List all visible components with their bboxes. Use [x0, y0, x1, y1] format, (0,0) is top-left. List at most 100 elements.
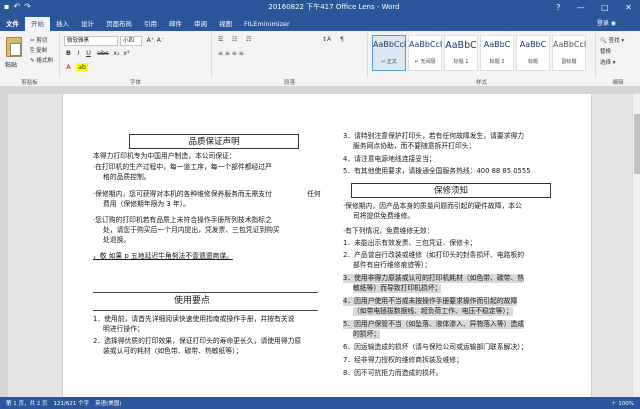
selected-line: 5．因用户保管不当（如坠落、液体渗入、异物落入等）造成 [343, 320, 525, 330]
clipboard-group-label: 剪贴板 [21, 80, 38, 86]
document-area: 品质保证声明 本得力打印机专为中国用户制造，本公司保证： ·在打印机的生产过程中… [0, 87, 640, 397]
scrollbar-thumb[interactable] [634, 114, 640, 174]
underline-button[interactable]: U [84, 49, 93, 57]
find-button[interactable]: 🔍 查找 ▾ [600, 36, 624, 44]
signin-link[interactable]: 登录 ◉ [597, 17, 640, 31]
show-marks-button[interactable]: ¶ [340, 36, 344, 43]
tab-page-layout[interactable]: 页面布局 [100, 17, 138, 31]
paragraph-group: ☰ ☷ ☶ ↕A ¶ ≡ ≡ ≡ ≡ 段落 [212, 33, 368, 86]
italic-button[interactable]: I [74, 49, 83, 57]
tab-references[interactable]: 引用 [138, 17, 163, 31]
tab-home[interactable]: 开始 [25, 17, 50, 31]
tab-review[interactable]: 审阅 [188, 17, 213, 31]
alignment-buttons[interactable]: ≡ ≡ ≡ ≡ [218, 50, 244, 57]
sort-button[interactable]: ↕A [322, 36, 331, 43]
font-group-label: 字体 [129, 80, 141, 86]
selected-line: 敏纸等）而导致打印机损坏； [353, 284, 442, 294]
title-bar: ▪ ↶ ↷ 20160822 下午417 Office Lens - Word … [0, 0, 640, 14]
page-count[interactable]: 第 1 页，共 2 页 [6, 399, 48, 407]
body-line: ·保修期内，您可获得对本机的各种维修保养服务而无需支付 [93, 190, 272, 198]
style-no-spacing[interactable]: AaBbCcI ↵ 无间隔 [408, 35, 442, 71]
style-sample: AaBbCcI [373, 40, 407, 49]
warranty-statement-title: 品质保证声明 [129, 134, 299, 149]
bold-button[interactable]: B [64, 49, 73, 57]
warranty-line: 7．经非得力授权的维修商拆装及维修； [343, 356, 463, 364]
warranty-line: 司将提供免费维修。 [353, 212, 415, 220]
undo-icon[interactable]: ↶ [13, 0, 20, 14]
maximize-button[interactable]: □ [601, 3, 609, 12]
editing-group-label: 编辑 [612, 80, 624, 86]
paste-icon[interactable] [6, 37, 22, 57]
superscript-button[interactable]: x² [122, 49, 131, 57]
tab-insert[interactable]: 插入 [50, 17, 75, 31]
horizontal-ruler[interactable] [8, 87, 640, 94]
tab-file[interactable]: 文件 [0, 17, 25, 31]
font-color-button[interactable]: A [64, 63, 73, 71]
cut-button[interactable]: ✂ 剪切 [30, 36, 47, 44]
style-name: 标题 1 [453, 59, 469, 65]
font-name-select[interactable]: 微软雅黑 [64, 36, 118, 46]
warranty-line: ·保修期内，因产品本身的质量问题而引起的硬件故障，本公 [343, 202, 522, 210]
style-name: 标题 2 [489, 59, 505, 65]
style-sample: AaBbC [519, 40, 547, 49]
select-button[interactable]: 选择 ▾ [600, 58, 616, 66]
style-title[interactable]: AaBbC 标题 [516, 35, 550, 71]
save-icon[interactable]: ▪ [4, 0, 9, 14]
notice-line: 服务网点协助，而不要随意拆开打印头； [353, 142, 476, 150]
help-icon[interactable]: ? [556, 3, 560, 12]
subscript-button[interactable]: x₂ [112, 49, 121, 57]
style-heading-1[interactable]: AaBbC 标题 1 [444, 35, 478, 71]
clipboard-group: 粘贴 ✂ 剪切 ⎘ 复制 ✎ 格式刷 剪贴板 [0, 33, 60, 86]
tab-fileminimizer[interactable]: FILEminimizer [238, 17, 296, 31]
word-count[interactable]: 121/621 个字 [54, 399, 90, 407]
body-line: ·在打印机的生产过程中，每一道工序，每一个部件都经过严 [93, 163, 272, 171]
selected-line: 的损坏； [353, 330, 381, 340]
grow-font-button[interactable]: A⁺ [146, 36, 155, 44]
ribbon-tabs: 文件 开始 插入 设计 页面布局 引用 邮件 审阅 视图 FILEminimiz… [0, 14, 640, 31]
styles-group: AaBbCcI ↵ 正文 AaBbCcI ↵ 无间隔 AaBbC 标题 1 Aa… [368, 33, 596, 86]
style-sample: AaBbC [445, 40, 477, 51]
tab-design[interactable]: 设计 [75, 17, 100, 31]
window-title: 20160822 下午417 Office Lens - Word [268, 3, 400, 11]
usage-points-title: 使用要点 [173, 296, 210, 306]
body-line: 格的品质控制。 [103, 173, 151, 181]
styles-group-label: 样式 [475, 80, 487, 86]
minimize-button[interactable]: — [577, 3, 585, 12]
warranty-notice-title: 保修须知 [351, 183, 551, 198]
paste-button[interactable]: 粘贴 [5, 60, 17, 69]
style-normal[interactable]: AaBbCcI ↵ 正文 [372, 35, 406, 71]
font-size-select[interactable]: 小四 [120, 36, 142, 46]
zoom-level[interactable]: ＋ 100% [611, 399, 634, 407]
highlight-button[interactable]: ab [76, 63, 88, 71]
body-line: 费用（保修期年限为 3 年）。 [103, 200, 190, 208]
style-subtitle[interactable]: AaBbCcI 副标题 [552, 35, 586, 71]
notice-line: 4．请注意电源地线连接妥当； [343, 155, 436, 163]
redo-icon[interactable]: ↷ [24, 0, 31, 14]
style-sample: AaBbC [483, 40, 511, 49]
body-line: 处退换。 [103, 236, 131, 244]
body-line: 处，请您于购买后一个月内提出，凭发票、三包凭证到购买 [103, 226, 280, 234]
style-heading-2[interactable]: AaBbC 标题 2 [480, 35, 514, 71]
paragraph-group-label: 段落 [283, 80, 295, 86]
usage-line: 1．使用前，请首先详细阅读快速使用指南或操作手册，并按有关说 [93, 315, 295, 323]
format-painter-button[interactable]: ✎ 格式刷 [30, 56, 53, 64]
font-group: 微软雅黑 小四 A⁺ A⁻ B I U abc x₂ x² A ab 字体 [60, 33, 212, 86]
selected-line: 3．使用非得力原装或认可的打印机耗材（如色带、碳带、热 [343, 274, 525, 284]
copy-button[interactable]: ⎘ 复制 [30, 46, 47, 55]
body-line: ，敬 如果 p 五地延迟牛角努法不壹遗遗商谋。 [93, 252, 233, 260]
selected-line: 4．因用户使用不当或未按操作手册要求操作而引起的故障 [343, 297, 518, 307]
close-button[interactable]: ✕ [625, 3, 632, 12]
numbering-button[interactable]: ☷ [232, 36, 237, 43]
tab-view[interactable]: 视图 [213, 17, 238, 31]
window-controls: ? — □ ✕ [548, 3, 640, 12]
replace-button[interactable]: 替换 [600, 47, 611, 55]
bullets-button[interactable]: ☰ [218, 36, 223, 43]
vertical-ruler[interactable] [0, 87, 8, 397]
vertical-scrollbar[interactable] [632, 94, 640, 397]
multilevel-list-button[interactable]: ☶ [246, 36, 251, 43]
strikethrough-button[interactable]: abc [96, 49, 110, 57]
document-page[interactable]: 品质保证声明 本得力打印机专为中国用户制造，本公司保证： ·在打印机的生产过程中… [62, 94, 592, 397]
tab-mailings[interactable]: 邮件 [163, 17, 188, 31]
language-indicator[interactable]: 英语(美国) [95, 399, 121, 407]
shrink-font-button[interactable]: A⁻ [156, 36, 165, 44]
